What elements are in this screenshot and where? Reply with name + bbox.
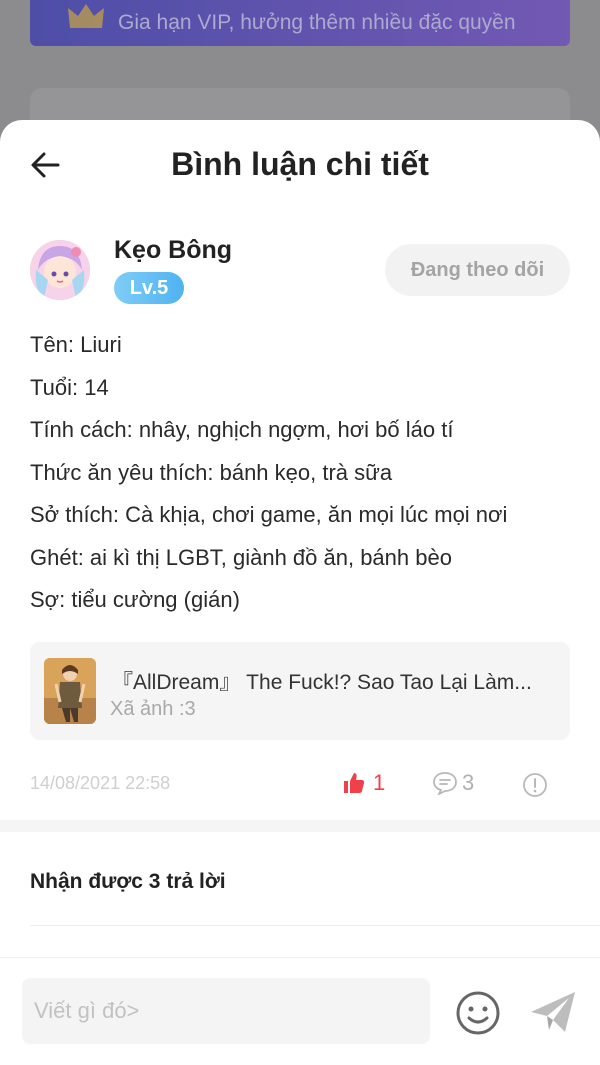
replies-count-label: Nhận được 3 trả lời — [30, 870, 226, 893]
post-meta-row: 14/08/2021 22:58 1 3 — [0, 760, 600, 810]
like-button[interactable]: 1 — [343, 770, 385, 796]
section-divider — [0, 820, 600, 832]
follow-button[interactable]: Đang theo dõi — [385, 244, 570, 296]
crown-icon — [68, 4, 104, 28]
level-badge: Lv.5 — [114, 272, 184, 304]
post-line: Tên: Liuri — [30, 332, 122, 357]
post-line: Tính cách: nhây, nghịch ngợm, hơi bố láo… — [30, 417, 454, 442]
page-title: Bình luận chi tiết — [171, 146, 429, 182]
post-line: Sợ: tiểu cường (gián) — [30, 587, 240, 612]
linked-post-subtitle: Xã ảnh :3 — [110, 698, 196, 720]
compose-bar — [0, 957, 600, 1065]
character-thumbnail-image — [44, 658, 96, 724]
post-timestamp: 14/08/2021 22:58 — [30, 773, 171, 793]
comment-count: 3 — [462, 770, 475, 795]
comment-bubble-icon — [433, 772, 457, 795]
linked-post-card[interactable]: 『AllDream』 The Fuck!? Sao Tao Lại Làm...… — [30, 642, 570, 740]
comment-button[interactable]: 3 — [432, 770, 474, 796]
post-line: Sở thích: Cà khịa, chơi game, ăn mọi lúc… — [30, 502, 508, 527]
author-name[interactable]: Kẹo Bông — [114, 236, 232, 265]
comment-detail-sheet: Bình luận chi tiết Kẹo Bông Lv.5 Đang th… — [0, 120, 600, 1065]
post-line: Ghét: ai kì thị LGBT, giành đồ ăn, bánh … — [30, 544, 452, 570]
comment-input[interactable] — [22, 978, 430, 1044]
emoji-icon[interactable] — [455, 990, 501, 1036]
thumbs-up-icon — [344, 773, 365, 793]
send-icon[interactable] — [529, 988, 577, 1036]
post-content: Tên: Liuri Tuổi: 14 Tính cách: nhây, ngh… — [30, 324, 570, 622]
avatar-image — [30, 240, 90, 300]
vip-banner[interactable]: Gia hạn VIP, hưởng thêm nhiều đặc quyền — [30, 0, 570, 46]
vip-banner-text: Gia hạn VIP, hưởng thêm nhiều đặc quyền — [118, 11, 516, 34]
post-line: Thức ăn yêu thích: bánh kẹo, trà sữa — [30, 459, 393, 485]
post-line: Tuổi: 14 — [30, 374, 109, 400]
report-icon[interactable] — [522, 772, 548, 798]
avatar[interactable] — [30, 240, 90, 300]
linked-post-title: 『AllDream』 The Fuck!? Sao Tao Lại Làm... — [112, 671, 532, 694]
divider — [30, 925, 600, 926]
sheet-header: Bình luận chi tiết — [0, 120, 600, 210]
linked-post-thumbnail — [44, 658, 96, 724]
like-count: 1 — [373, 770, 386, 795]
